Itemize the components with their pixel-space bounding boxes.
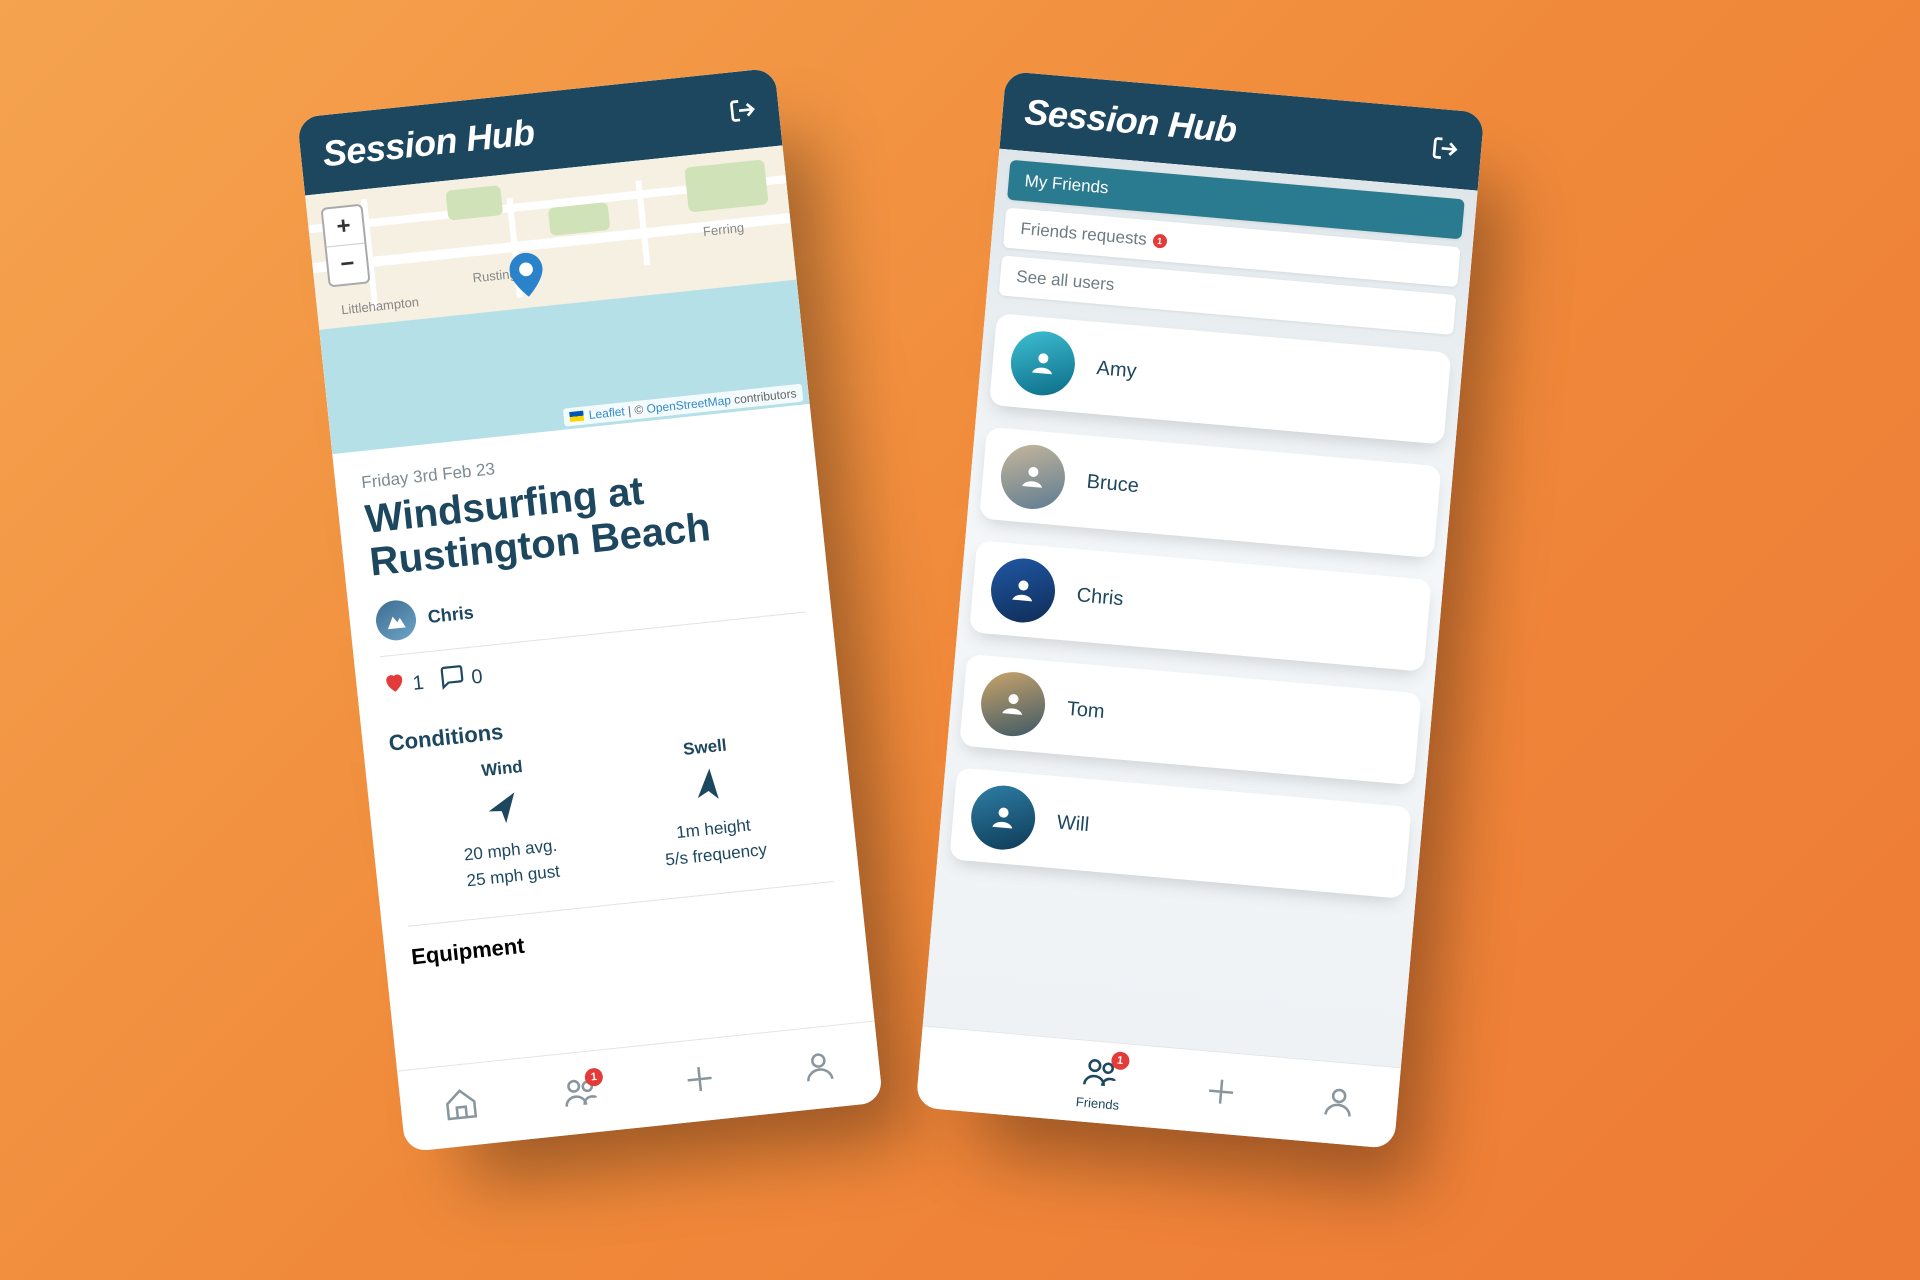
wind-direction-icon [457,782,554,833]
map-pin-icon [507,251,546,303]
logout-icon[interactable] [1430,133,1460,163]
phone-session-detail: Session Hub Littlehampton Rustington Fer… [297,68,883,1152]
friend-name: Amy [1096,357,1138,383]
nav-profile[interactable] [799,1047,839,1090]
friend-avatar [998,442,1067,511]
profile-icon [1319,1082,1358,1124]
swell-direction-icon [656,761,762,812]
author-name: Chris [427,602,475,628]
friend-name: Tom [1066,697,1106,723]
nav-add[interactable] [1201,1072,1240,1114]
zoom-out-button[interactable]: − [327,244,369,286]
app-title: Session Hub [1023,91,1238,151]
map-zoom-control: + − [320,204,370,288]
app-title: Session Hub [321,111,537,175]
heart-icon [381,670,408,702]
friend-avatar [988,556,1057,625]
osm-link[interactable]: OpenStreetMap [646,393,732,416]
nav-friends[interactable]: 1 Friends [1075,1052,1123,1113]
tab-label: See all users [1015,267,1115,295]
like-count: 1 [412,672,425,696]
nav-add[interactable] [680,1059,720,1102]
comment-button[interactable]: 0 [438,661,484,697]
comment-count: 0 [470,666,483,690]
tab-label: My Friends [1024,171,1110,198]
plus-icon [1201,1072,1240,1114]
friend-avatar [968,783,1037,852]
map[interactable]: Littlehampton Rustington Ferring + − Lea… [305,145,810,454]
logout-icon[interactable] [727,95,758,126]
friend-list-item[interactable]: Amy [989,313,1451,444]
plus-icon [680,1059,720,1102]
comment-icon [438,663,467,698]
phone-friends: Session Hub My Friends Friends requests … [916,71,1485,1149]
wind-block: Wind 20 mph avg. 25 mph gust [454,755,561,894]
friend-list-item[interactable]: Bruce [979,427,1441,558]
leaflet-link[interactable]: Leaflet [588,404,625,422]
friend-avatar [978,669,1047,738]
ukraine-flag-icon [569,411,584,422]
nav-profile[interactable] [1319,1082,1358,1124]
friend-name: Will [1056,811,1090,837]
friend-list-item[interactable]: Will [949,767,1411,898]
tab-label: Friends requests [1020,219,1148,250]
friend-name: Bruce [1086,470,1140,497]
friend-name: Chris [1076,584,1124,611]
home-icon [441,1084,481,1127]
requests-badge: 1 [1152,233,1167,248]
zoom-in-button[interactable]: + [323,206,365,248]
profile-icon [799,1047,839,1090]
swell-block: Swell 1m height 5/s frequency [653,733,768,873]
friend-avatar [1008,329,1077,398]
author-avatar [374,599,418,643]
friend-list-item[interactable]: Tom [959,654,1421,785]
like-button[interactable]: 1 [381,668,425,702]
nav-home[interactable] [441,1084,481,1127]
nav-friends[interactable]: 1 [561,1072,601,1115]
friend-list-item[interactable]: Chris [969,540,1431,671]
nav-label: Friends [1075,1094,1120,1113]
swell-label: Swell [653,733,757,764]
